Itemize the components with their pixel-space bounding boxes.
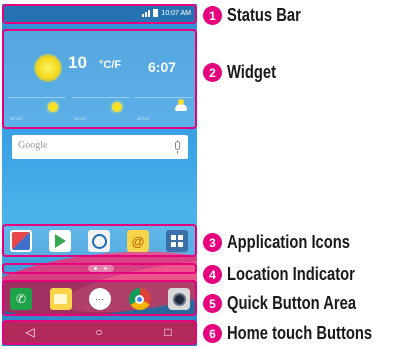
- google-search-bar[interactable]: Google: [12, 135, 188, 159]
- callout-location-indicator: 4 Location Indicator: [203, 264, 383, 285]
- forecast-item: 19°/10°: [71, 97, 130, 125]
- email-icon[interactable]: @: [127, 230, 149, 252]
- callout-label: Quick Button Area: [227, 293, 357, 313]
- status-time: 10:07 AM: [161, 9, 191, 17]
- contacts-icon[interactable]: [10, 230, 32, 252]
- application-icons-row: @: [10, 230, 188, 252]
- camera-icon[interactable]: [168, 288, 190, 310]
- callout-status-bar: 1 Status Bar: [203, 5, 317, 26]
- sun-icon: [34, 54, 62, 82]
- microphone-icon[interactable]: [175, 141, 180, 154]
- forecast-item: 19°/11°: [135, 97, 193, 125]
- callout-number: 3: [203, 233, 222, 252]
- forecast-label: 19°/10°: [73, 116, 87, 121]
- callout-widget: 2 Widget: [203, 62, 287, 83]
- battery-icon: [153, 9, 159, 17]
- page-indicator-pill: [88, 265, 114, 272]
- weather-widget[interactable]: 10 °C/F 6:07 20°/12° 19°/10° 19°/11°: [2, 29, 197, 129]
- callout-number: 6: [203, 324, 222, 343]
- temperature: 10: [68, 53, 87, 72]
- forecast-label: 19°/11°: [137, 116, 150, 121]
- messaging-icon[interactable]: [49, 288, 72, 310]
- status-bar: 10:07 AM: [2, 4, 197, 24]
- callout-number: 4: [203, 265, 222, 284]
- play-store-icon[interactable]: [49, 230, 71, 252]
- temperature-unit: °C/F: [99, 59, 122, 71]
- navigation-row: ◁ ○ □: [20, 324, 178, 340]
- partly-cloudy-icon: [175, 99, 187, 111]
- callout-number: 1: [203, 6, 222, 25]
- callout-number: 5: [203, 294, 222, 313]
- people-icon[interactable]: [88, 230, 110, 252]
- status-indicators: 10:07 AM: [142, 9, 191, 17]
- forecast-label: 20°/12°: [10, 116, 24, 121]
- back-button[interactable]: ◁: [20, 324, 40, 340]
- forecast-item: 20°/12°: [8, 97, 66, 125]
- phone-icon[interactable]: ✆: [10, 288, 32, 310]
- page-dot[interactable]: [104, 267, 107, 270]
- callout-label: Home touch Buttons: [227, 323, 373, 343]
- callout-label: Widget: [227, 62, 277, 82]
- callout-application-icons: 3 Application Icons: [203, 232, 377, 253]
- callout-quick-button-area: 5 Quick Button Area: [203, 293, 384, 314]
- widget-time: 6:07: [148, 59, 177, 75]
- forecast-row: 20°/12° 19°/10° 19°/11°: [8, 97, 193, 125]
- recent-apps-button[interactable]: □: [158, 324, 178, 340]
- callout-home-touch-buttons: 6 Home touch Buttons: [203, 323, 404, 344]
- chrome-icon[interactable]: [128, 288, 151, 310]
- quick-button-row: ✆ ⋯: [10, 288, 190, 310]
- callout-label: Location Indicator: [227, 264, 355, 284]
- home-button[interactable]: ○: [89, 324, 109, 340]
- page-dot-active[interactable]: [94, 267, 97, 270]
- search-placeholder: Google: [18, 140, 48, 151]
- callout-label: Application Icons: [227, 232, 351, 252]
- apps-icon[interactable]: [166, 230, 188, 252]
- signal-icon: [142, 9, 151, 17]
- sun-icon: [111, 102, 122, 112]
- sun-icon: [48, 102, 58, 112]
- apps-drawer-icon[interactable]: ⋯: [89, 288, 111, 310]
- callout-number: 2: [203, 63, 222, 82]
- callout-label: Status Bar: [227, 5, 301, 25]
